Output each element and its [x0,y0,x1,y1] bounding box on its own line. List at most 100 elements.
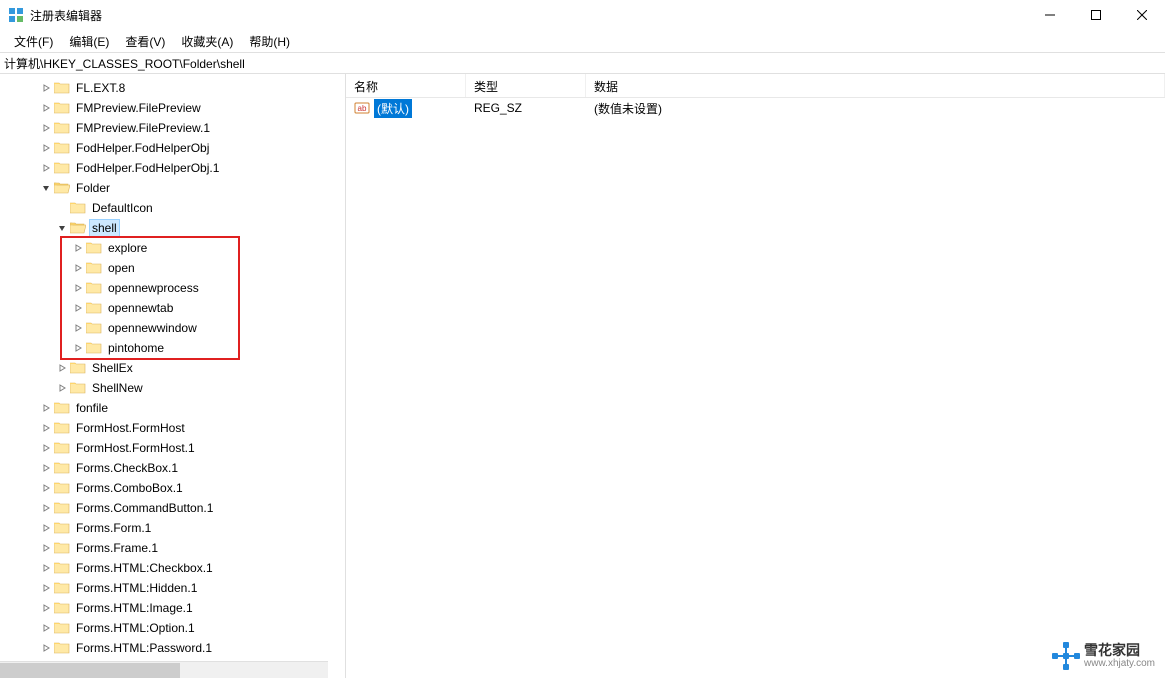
tree-item[interactable]: Forms.HTML:Image.1 [0,598,345,618]
tree-item-label: ShellNew [90,380,145,396]
chevron-right-icon[interactable] [56,362,68,374]
tree-item[interactable]: opennewtab [0,298,345,318]
chevron-right-icon[interactable] [72,322,84,334]
chevron-right-icon[interactable] [40,142,52,154]
tree-item[interactable]: Forms.CheckBox.1 [0,458,345,478]
chevron-right-icon[interactable] [40,162,52,174]
minimize-button[interactable] [1027,0,1073,30]
menu-file[interactable]: 文件(F) [6,31,61,52]
chevron-right-icon[interactable] [72,262,84,274]
tree-item-label: DefaultIcon [90,200,155,216]
folder-icon [54,81,70,95]
maximize-button[interactable] [1073,0,1119,30]
folder-icon [86,321,102,335]
chevron-right-icon[interactable] [40,582,52,594]
tree-item[interactable]: Forms.CommandButton.1 [0,498,345,518]
tree-item[interactable]: Folder [0,178,345,198]
chevron-right-icon[interactable] [40,542,52,554]
folder-icon [54,501,70,515]
tree-item-label: Forms.HTML:Option.1 [74,620,197,636]
folder-icon [54,581,70,595]
tree-item[interactable]: ShellEx [0,358,345,378]
tree-item-label: Forms.ComboBox.1 [74,480,185,496]
tree-item[interactable]: FormHost.FormHost.1 [0,438,345,458]
folder-icon [70,381,86,395]
tree-item[interactable]: shell [0,218,345,238]
tree-item[interactable]: fonfile [0,398,345,418]
chevron-right-icon[interactable] [56,382,68,394]
chevron-right-icon[interactable] [40,562,52,574]
menu-favorites[interactable]: 收藏夹(A) [173,31,241,52]
column-name[interactable]: 名称 [346,74,466,97]
chevron-right-icon[interactable] [40,462,52,474]
tree-item[interactable]: FodHelper.FodHelperObj.1 [0,158,345,178]
chevron-right-icon[interactable] [40,122,52,134]
tree-item[interactable]: FMPreview.FilePreview [0,98,345,118]
list-pane[interactable]: 名称 类型 数据 ab(默认) REG_SZ(数值未设置) [346,74,1165,678]
tree-item[interactable]: FMPreview.FilePreview.1 [0,118,345,138]
tree-item[interactable]: open [0,258,345,278]
chevron-right-icon[interactable] [40,482,52,494]
chevron-right-icon[interactable] [72,302,84,314]
window-controls [1027,0,1165,30]
tree-item[interactable]: Forms.HTML:Password.1 [0,638,345,658]
horizontal-scrollbar[interactable] [0,661,328,678]
address-bar[interactable]: 计算机\HKEY_CLASSES_ROOT\Folder\shell [0,52,1165,74]
tree-item[interactable]: Forms.Form.1 [0,518,345,538]
menu-edit[interactable]: 编辑(E) [61,31,117,52]
scrollbar-thumb[interactable] [0,663,180,678]
tree-item[interactable]: FL.EXT.8 [0,78,345,98]
chevron-right-icon[interactable] [72,282,84,294]
tree-item-label: Forms.Form.1 [74,520,153,536]
chevron-right-icon[interactable] [40,502,52,514]
tree-item[interactable]: Forms.HTML:Checkbox.1 [0,558,345,578]
tree-item-label: pintohome [106,340,166,356]
column-type[interactable]: 类型 [466,74,586,97]
tree-item[interactable]: Forms.ComboBox.1 [0,478,345,498]
menu-help[interactable]: 帮助(H) [241,31,298,52]
tree-item-label: Forms.Frame.1 [74,540,160,556]
watermark-main: 雪花家园 [1084,643,1155,658]
cell-type: REG_SZ [466,99,586,117]
folder-icon [54,421,70,435]
tree-item[interactable]: Forms.HTML:Option.1 [0,618,345,638]
close-button[interactable] [1119,0,1165,30]
folder-icon [86,261,102,275]
tree-item[interactable]: DefaultIcon [0,198,345,218]
chevron-right-icon[interactable] [40,622,52,634]
menu-view[interactable]: 查看(V) [117,31,173,52]
column-data[interactable]: 数据 [586,74,1165,97]
value-name: (默认) [374,99,412,118]
chevron-right-icon[interactable] [40,522,52,534]
tree-item[interactable]: explore [0,238,345,258]
list-row[interactable]: ab(默认) REG_SZ(数值未设置) [346,98,1165,118]
chevron-right-icon[interactable] [72,342,84,354]
folder-icon [86,301,102,315]
folder-icon [54,401,70,415]
chevron-right-icon[interactable] [40,102,52,114]
tree-item[interactable]: FormHost.FormHost [0,418,345,438]
string-value-icon: ab [354,100,370,116]
chevron-right-icon[interactable] [40,602,52,614]
chevron-down-icon[interactable] [56,222,68,234]
tree-item[interactable]: FodHelper.FodHelperObj [0,138,345,158]
chevron-right-icon[interactable] [40,642,52,654]
folder-icon [86,281,102,295]
chevron-down-icon[interactable] [40,182,52,194]
chevron-right-icon[interactable] [40,82,52,94]
tree-pane[interactable]: FL.EXT.8FMPreview.FilePreviewFMPreview.F… [0,74,346,678]
tree-item[interactable]: Forms.HTML:Hidden.1 [0,578,345,598]
chevron-right-icon[interactable] [40,422,52,434]
chevron-right-icon[interactable] [72,242,84,254]
tree-item[interactable]: ShellNew [0,378,345,398]
tree-item[interactable]: opennewprocess [0,278,345,298]
folder-icon [54,481,70,495]
tree-item[interactable]: pintohome [0,338,345,358]
window-title: 注册表编辑器 [30,7,102,24]
tree-item[interactable]: Forms.Frame.1 [0,538,345,558]
tree-item[interactable]: opennewwindow [0,318,345,338]
watermark-sub: www.xhjaty.com [1084,658,1155,669]
chevron-right-icon[interactable] [40,442,52,454]
cell-data: (数值未设置) [586,98,1165,119]
chevron-right-icon[interactable] [40,402,52,414]
